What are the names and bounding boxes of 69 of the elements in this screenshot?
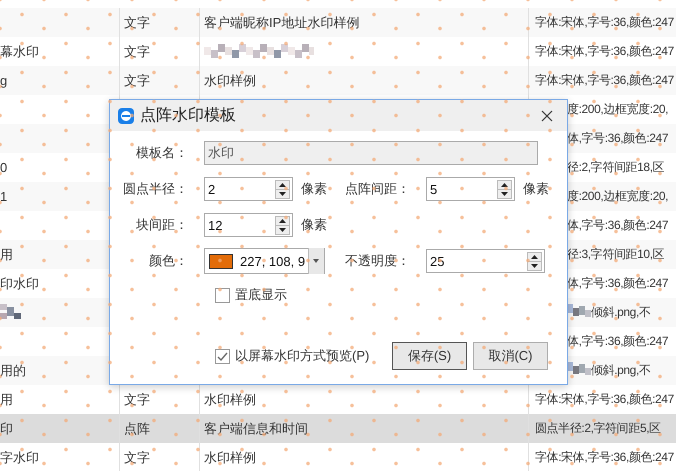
opacity-field[interactable]: 25: [426, 249, 545, 273]
table-cell-text: 文字: [124, 42, 150, 60]
table-cell-text: 体,字号:36,颜色:247: [567, 130, 668, 147]
spinner-icon[interactable]: [527, 252, 542, 270]
unit-label: 像素: [301, 216, 327, 234]
table-cell-text: 字体:宋体,字号:36,颜色:247: [535, 72, 674, 89]
spinner-icon[interactable]: [275, 216, 290, 234]
dot-radius-field[interactable]: 2: [204, 177, 293, 201]
table-row[interactable]: 文字 客户端昵称IP地址水印样例 字体:宋体,字号:36,颜色:247: [0, 8, 676, 37]
table-cell-text: 字体:宋体,字号:36,颜色:247: [535, 14, 674, 31]
table-cell-text: 度:200,边框宽度:20,: [567, 101, 668, 118]
table-cell-text: 水印样例: [204, 390, 256, 408]
table-cell-text: 字体:宋体,字号:36,颜色:247: [535, 43, 674, 60]
table-cell-text: 体,字号:36,颜色:247: [567, 217, 668, 234]
table-cell-text: g: [0, 73, 8, 88]
color-dropdown[interactable]: 227, 108, 9: [204, 248, 325, 274]
checkbox-label[interactable]: 以屏幕水印方式预览(P): [235, 347, 370, 365]
checkbox[interactable]: [215, 288, 230, 302]
table-cell-text: 字体:宋体,字号:36,颜色:247: [535, 449, 674, 466]
table-cell-text: 客户端昵称IP地址水印样例: [204, 14, 360, 32]
checkbox-label[interactable]: 置底显示: [235, 286, 287, 304]
table-cell-text: 径:2,字符间距18,区: [567, 159, 664, 176]
field-label: 不透明度：: [344, 252, 410, 270]
spinner-icon[interactable]: [497, 180, 512, 198]
table-row[interactable]: g 文字 水印样例 字体:宋体,字号:36,颜色:247: [0, 66, 676, 95]
field-label: 模板名：: [135, 144, 188, 162]
table-cell-text: 水印样例: [204, 72, 256, 90]
table-cell-text: 客户端信息和时间: [204, 420, 308, 438]
close-icon[interactable]: [541, 110, 553, 122]
app-icon: [118, 108, 134, 124]
cancel-button[interactable]: 取消(C): [473, 342, 548, 370]
table-row[interactable]: 印 点阵 客户端信息和时间 圆点半径:2,字符间距5,区: [0, 414, 676, 443]
spinner-icon[interactable]: [275, 180, 290, 198]
table-cell-text: 水印样例: [204, 448, 256, 466]
unit-label: 像素: [301, 180, 327, 198]
table-cell-text: 文字: [124, 72, 150, 90]
color-swatch: [209, 254, 233, 268]
table-cell-text: 字水印: [0, 448, 39, 466]
table-cell-text: 圆点半径:2,字符间距5,区: [535, 420, 661, 437]
table-cell-text: 字体:宋体,字号:36,颜色:247: [535, 391, 674, 408]
dot-spacing-field[interactable]: 5: [426, 177, 515, 201]
unit-label: 像素: [523, 180, 549, 198]
checkbox[interactable]: [215, 348, 230, 364]
table-cell-text: 用的: [0, 362, 26, 380]
field-label: 颜色：: [148, 252, 188, 270]
block-spacing-field[interactable]: 12: [204, 213, 293, 237]
field-label: 圆点半径：: [122, 180, 188, 198]
table-cell-text: 径:3,字符间距10,区: [567, 246, 664, 263]
table-cell-text: 文字: [124, 448, 150, 466]
table-cell-text: 文字: [124, 390, 150, 408]
table-cell-text: 0: [0, 160, 8, 175]
table-cell-text: 体,字号:36,颜色:247: [567, 333, 668, 350]
table-cell-text: 倾斜.png,不: [591, 362, 650, 379]
table-cell-text: 1: [0, 189, 8, 204]
table-cell-text: 点阵: [124, 420, 150, 438]
table-row[interactable]: 字水印 文字 水印样例 字体:宋体,字号:36,颜色:247: [0, 443, 676, 471]
save-button[interactable]: 保存(S): [392, 342, 467, 370]
table-cell-text: 倾斜.png,不: [591, 304, 650, 321]
table-cell-text: 用: [0, 246, 13, 264]
field-label: 块间距：: [135, 216, 188, 234]
field-label: 点阵间距：: [344, 180, 410, 198]
table-cell-text: 印: [0, 420, 13, 438]
table-cell-text: 文字: [124, 14, 150, 32]
table-cell-text: 体,字号:36,颜色:247: [567, 275, 668, 292]
table-cell-text: 幕水印: [0, 42, 39, 60]
window-title: 点阵水印模板: [140, 106, 236, 126]
table-cell-text: 度:200,边框宽度:20,: [567, 188, 668, 205]
table-cell-text: 印水印: [0, 274, 39, 292]
table-cell-text: 用: [0, 390, 13, 408]
